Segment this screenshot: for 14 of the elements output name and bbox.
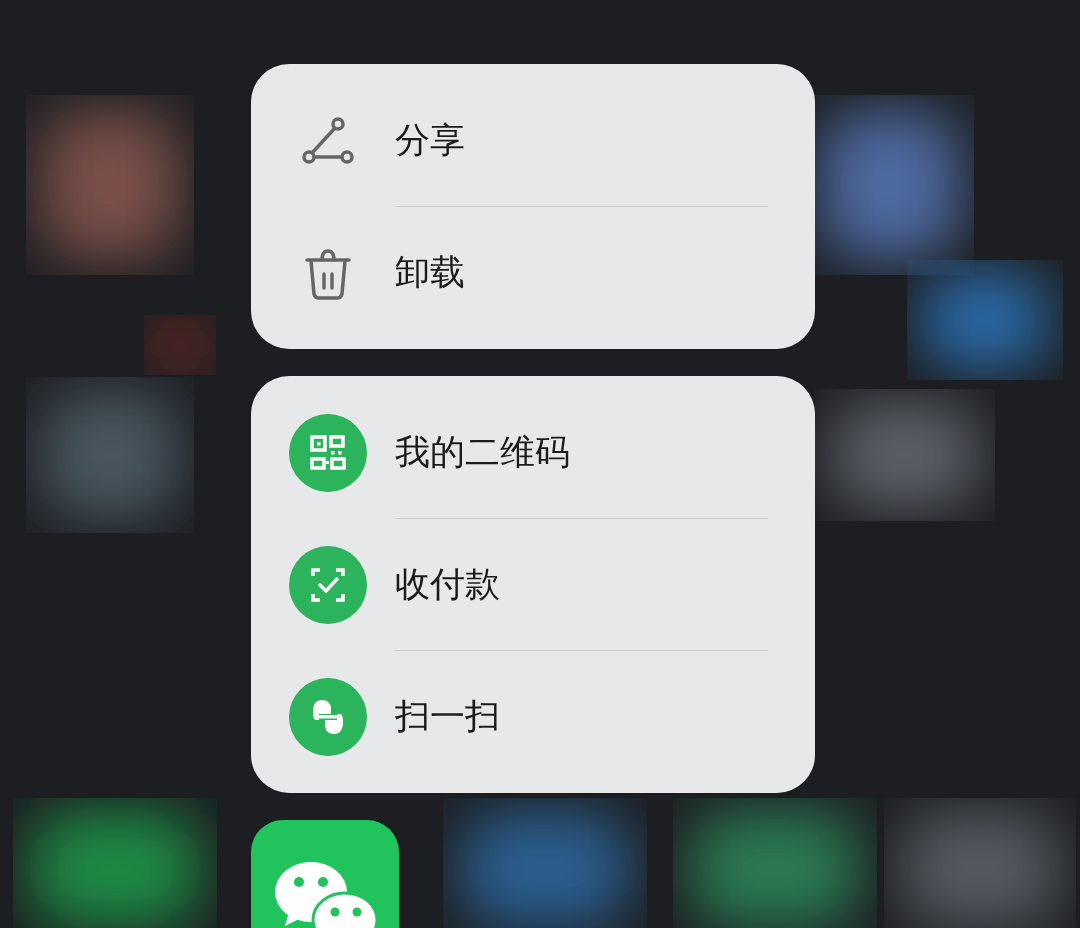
scan-icon bbox=[289, 677, 367, 756]
menu-item[interactable]: 分享 bbox=[251, 75, 815, 206]
menu-item-label: 扫一扫 bbox=[395, 695, 500, 738]
menu-item[interactable]: 我的二维码 bbox=[251, 387, 815, 518]
menu-item-label: 卸载 bbox=[395, 251, 465, 294]
menu-item[interactable]: 收付款 bbox=[251, 519, 815, 650]
qr-code-icon bbox=[289, 413, 367, 492]
menu-item[interactable]: 扫一扫 bbox=[251, 651, 815, 782]
menu-item-label: 我的二维码 bbox=[395, 431, 570, 474]
menu-item[interactable]: 卸载 bbox=[251, 207, 815, 338]
menu-item-label: 分享 bbox=[395, 119, 465, 162]
chat-bubbles-app-icon[interactable] bbox=[251, 820, 399, 928]
scan-check-icon bbox=[289, 545, 367, 624]
menu-item-label: 收付款 bbox=[395, 563, 500, 606]
